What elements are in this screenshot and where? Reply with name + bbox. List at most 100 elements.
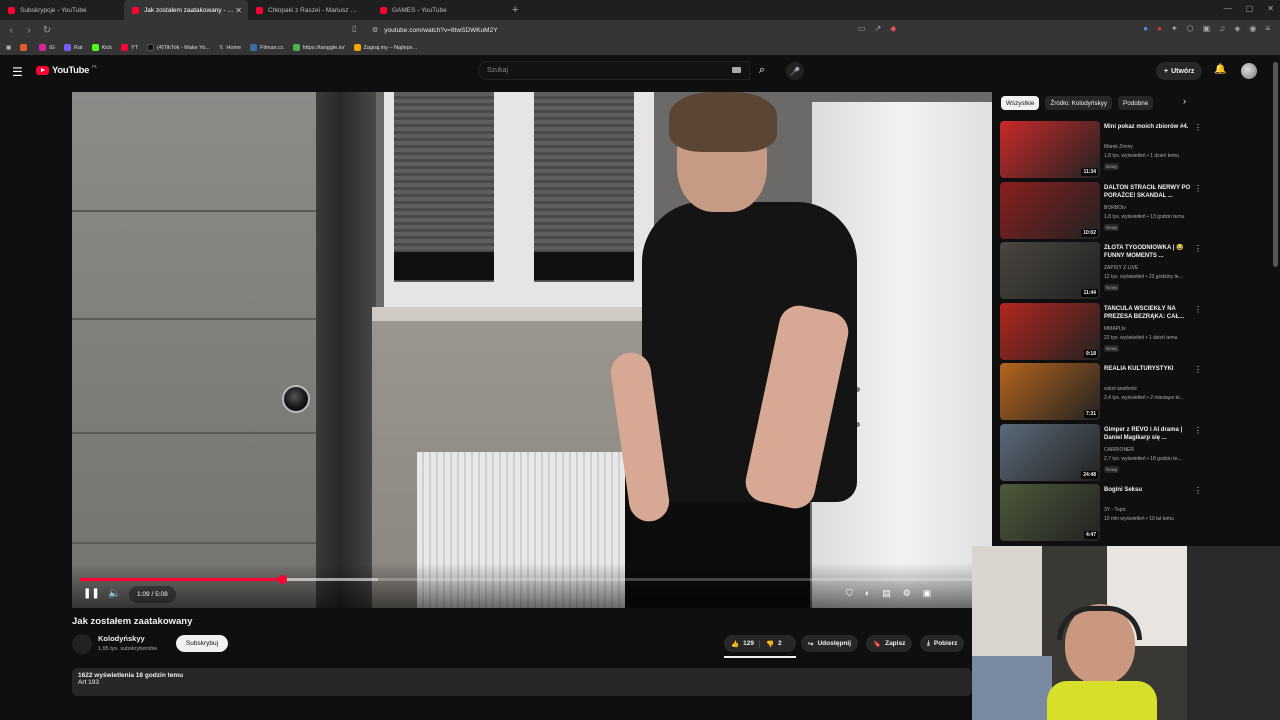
bookmark-page-icon[interactable]: ▯ bbox=[352, 24, 356, 33]
more-options-icon[interactable]: ⋮ bbox=[1194, 123, 1202, 132]
search-input[interactable]: Szukaj bbox=[478, 61, 750, 80]
cast-icon[interactable]: ▭ bbox=[858, 24, 866, 33]
bookmark-item[interactable]: IG bbox=[39, 44, 55, 51]
apps-grid-icon[interactable]: ▦ bbox=[6, 45, 11, 51]
extension-shield-icon[interactable]: ◆ bbox=[890, 24, 896, 33]
recommendation-channel[interactable]: MMAPLtv bbox=[1104, 326, 1126, 332]
bookmark-item[interactable] bbox=[20, 44, 30, 51]
recommendation-channel[interactable]: BORBOtv bbox=[1104, 205, 1126, 211]
download-button[interactable]: ⤓ Pobierz bbox=[920, 635, 965, 652]
video-thumbnail[interactable]: 10:02 bbox=[1000, 181, 1100, 239]
recommendation-title[interactable]: Mini pokaz moich zbiorów #4. bbox=[1104, 123, 1194, 131]
recommendation-channel[interactable]: ZAPISY Z LIVE bbox=[1104, 265, 1138, 271]
extension-icon[interactable]: ⬡ bbox=[1187, 24, 1194, 33]
recommendation-title[interactable]: Gimper z REVO i AI drama | Daniel Magika… bbox=[1104, 426, 1194, 442]
page-scrollbar[interactable] bbox=[1273, 62, 1278, 267]
recommendation-title[interactable]: DALTON STRACIŁ NERWY PO PORAŻCE! SKANDAL… bbox=[1104, 184, 1194, 200]
bookmark-item[interactable]: https://tanggle.io/ bbox=[292, 44, 345, 51]
like-button[interactable]: 👍 129 bbox=[724, 639, 760, 648]
recommendation-item[interactable]: 11:34 Mini pokaz moich zbiorów #4. Marek Z… bbox=[1000, 121, 1205, 179]
bell-icon[interactable]: 🔔 bbox=[1214, 64, 1226, 75]
browser-tab[interactable]: Subskrypcje - YouTube bbox=[0, 0, 124, 20]
more-options-icon[interactable]: ⋮ bbox=[1194, 305, 1202, 314]
account-avatar[interactable] bbox=[1241, 63, 1257, 79]
subscribe-button[interactable]: Subskrybuj bbox=[176, 635, 228, 652]
recommendation-item[interactable]: 7:31 REALIA KULTURYSTYKI sokol aesthetic 2,… bbox=[1000, 363, 1205, 421]
share-button[interactable]: ↪ Udostępnij bbox=[801, 635, 859, 652]
recommendation-item[interactable]: 11:44 ZŁOTA TYGODNIÓWKA | 😂 FUNNY MOMENTS… bbox=[1000, 242, 1205, 300]
volume-icon[interactable]: 🔈 bbox=[108, 588, 120, 599]
shield-icon[interactable]: ⛉ bbox=[846, 588, 853, 599]
wallet-icon[interactable]: ◈ bbox=[1234, 24, 1240, 33]
description-box[interactable]: 1622 wyświetlenia 18 godzin temu Art 193 bbox=[72, 668, 972, 696]
recommendation-channel[interactable]: CARRIONER bbox=[1104, 447, 1134, 453]
extension-icon[interactable]: ▣ bbox=[1203, 24, 1211, 33]
recommendation-title[interactable]: ZŁOTA TYGODNIÓWKA | 😂 FUNNY MOMENTS ... bbox=[1104, 244, 1194, 260]
recommendation-item[interactable]: 9:18 TAŃCULA WŚCIEKŁY NA PREZESA BEZRĄKA:… bbox=[1000, 302, 1205, 361]
save-button[interactable]: 🔖 Zapisz bbox=[866, 635, 913, 652]
video-thumbnail[interactable]: 11:34 bbox=[1000, 121, 1100, 178]
video-player[interactable]: ❚❚ 🔈 1:09 / 5:08 ⛉ ◐ ▤ ⚙ ▣ bbox=[72, 92, 992, 608]
browser-tab[interactable]: Chłopaki z Raszei - Mariusz gardzi p... bbox=[248, 0, 372, 20]
video-thumbnail[interactable]: 24:48 bbox=[1000, 423, 1100, 481]
new-tab-icon[interactable]: + bbox=[502, 4, 528, 16]
browser-tab[interactable]: GAMES - YouTube bbox=[372, 0, 496, 20]
bookmark-item[interactable]: Rat bbox=[64, 44, 83, 51]
more-options-icon[interactable]: ⋮ bbox=[1194, 365, 1202, 374]
settings-gear-icon[interactable]: ⚙ bbox=[903, 588, 911, 599]
back-icon[interactable]: ‹ bbox=[4, 25, 18, 36]
maximize-icon[interactable]: ▢ bbox=[1246, 4, 1254, 13]
recommendation-item[interactable]: 10:02 DALTON STRACIŁ NERWY PO PORAŻCE! SK… bbox=[1000, 181, 1205, 240]
share-page-icon[interactable]: ↗ bbox=[875, 24, 882, 33]
extension-icon[interactable]: ● bbox=[1157, 24, 1162, 33]
video-thumbnail[interactable]: 9:18 bbox=[1000, 302, 1100, 360]
create-button[interactable]: + Utwórz bbox=[1156, 62, 1203, 80]
subtitles-icon[interactable]: ▤ bbox=[882, 588, 891, 599]
recommendation-title[interactable]: TAŃCULA WŚCIEKŁY NA PREZESA BEZRĄKA: CAŁ… bbox=[1104, 305, 1194, 321]
bookmark-item[interactable]: Zagraj.my – Najleps... bbox=[353, 44, 417, 51]
close-tab-icon[interactable]: ✕ bbox=[235, 6, 242, 15]
profile-icon[interactable]: ◉ bbox=[1249, 24, 1256, 33]
forward-icon[interactable]: › bbox=[22, 25, 36, 36]
video-thumbnail[interactable]: 7:31 bbox=[1000, 363, 1100, 420]
recommendation-title[interactable]: REALIA KULTURYSTYKI bbox=[1104, 365, 1194, 373]
channel-avatar[interactable] bbox=[72, 634, 92, 654]
site-info-icon[interactable]: ⚙ bbox=[372, 26, 378, 34]
bookmark-item[interactable]: YT bbox=[120, 44, 138, 51]
autoplay-toggle-icon[interactable]: ◐ bbox=[865, 588, 870, 599]
video-thumbnail[interactable]: 11:44 bbox=[1000, 242, 1100, 299]
url-field[interactable]: ⚙ youtube.com/watch?v=8twSDWKuM2Y bbox=[372, 23, 912, 37]
recommendation-channel[interactable]: Marek Zimny bbox=[1104, 144, 1133, 150]
extension-icon[interactable]: ✦ bbox=[1171, 24, 1178, 33]
recommendation-item[interactable]: 24:48 Gimper z REVO i AI drama | Daniel M… bbox=[1000, 423, 1205, 482]
recommendation-title[interactable]: Bogini Seksu bbox=[1104, 486, 1194, 494]
video-thumbnail[interactable]: 4:47 bbox=[1000, 484, 1100, 541]
more-options-icon[interactable]: ⋮ bbox=[1194, 244, 1202, 253]
miniplayer-icon[interactable]: ▣ bbox=[923, 588, 932, 599]
browser-tab-active[interactable]: Jak zostałem zaatakowany - YouTube✕ bbox=[124, 0, 248, 20]
chevron-right-icon[interactable]: › bbox=[1183, 96, 1186, 106]
recommendation-channel[interactable]: sokol aesthetic bbox=[1104, 386, 1137, 392]
keyboard-icon[interactable] bbox=[732, 67, 741, 73]
channel-name[interactable]: Kolodyńskyy bbox=[98, 634, 145, 643]
bookmark-item[interactable]: 𝕏 Home bbox=[219, 45, 241, 51]
youtube-logo[interactable]: YouTube PL bbox=[36, 64, 98, 76]
more-options-icon[interactable]: ⋮ bbox=[1194, 184, 1202, 193]
more-options-icon[interactable]: ⋮ bbox=[1194, 486, 1202, 495]
more-options-icon[interactable]: ⋮ bbox=[1194, 426, 1202, 435]
minimize-icon[interactable]: — bbox=[1224, 4, 1232, 13]
chip-all[interactable]: Wszystkie bbox=[1001, 96, 1040, 110]
chip-related[interactable]: Podobne bbox=[1118, 96, 1154, 110]
bookmark-item[interactable]: Filman.cc bbox=[250, 44, 284, 51]
extension-icon[interactable]: ● bbox=[1143, 24, 1148, 33]
recommendation-item[interactable]: 4:47 Bogini Seksu 3Y - Topic 10 mln wyświet… bbox=[1000, 484, 1205, 542]
browser-menu-icon[interactable]: ≡ bbox=[1265, 24, 1270, 33]
media-icon[interactable]: ♫ bbox=[1219, 24, 1225, 33]
chip-from-channel[interactable]: Źródło: Kolodyńskyy bbox=[1045, 96, 1113, 110]
pause-icon[interactable]: ❚❚ bbox=[83, 588, 100, 599]
recommendation-channel[interactable]: 3Y - Topic bbox=[1104, 507, 1126, 513]
bookmark-item[interactable]: (4)TikTok - Make Yo... bbox=[147, 44, 210, 51]
progress-bar[interactable] bbox=[80, 575, 984, 584]
reload-icon[interactable]: ↻ bbox=[40, 25, 54, 36]
bookmark-item[interactable]: Kick bbox=[91, 44, 112, 51]
